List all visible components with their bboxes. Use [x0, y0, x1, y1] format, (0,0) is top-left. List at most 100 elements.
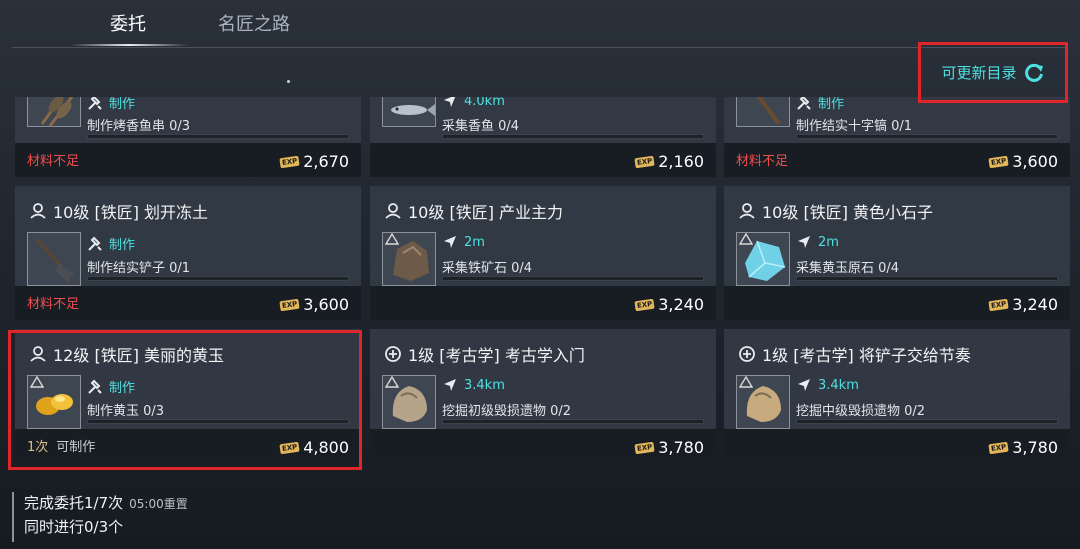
exp-badge: EXP: [279, 298, 300, 311]
exp-badge: EXP: [634, 441, 655, 454]
card-footer: 1次 可制作 EXP 4,800: [15, 429, 361, 463]
card-title: 12级 [铁匠] 美丽的黄玉: [29, 342, 224, 366]
refresh-label: 可更新目录: [941, 64, 1017, 82]
task-progress-bar: [442, 419, 704, 424]
task-description: 制作结实铲子 0/1: [87, 261, 191, 276]
exp-reward: EXP 2,160: [634, 152, 704, 171]
task-description: 采集香鱼 0/4: [442, 119, 520, 134]
material-shortage-label: 材料不足: [736, 154, 789, 169]
task-type: 3.4km: [796, 377, 859, 393]
task-type: 制作: [87, 234, 135, 253]
tab-master-road[interactable]: 名匠之路: [218, 10, 290, 36]
relic-icon: [736, 375, 790, 429]
card-footer: 材料不足 EXP 3,600: [15, 286, 361, 320]
commission-card[interactable]: 1级 [考古学] 考古学入门 3.4km 挖掘初级毁损遗物 0/2 EXP 3,7…: [370, 329, 716, 463]
decorative-dot: [287, 80, 290, 83]
refresh-catalog-button[interactable]: 可更新目录: [918, 42, 1068, 103]
reset-time: 05:00重置: [129, 497, 188, 511]
exp-reward: EXP 3,240: [988, 295, 1058, 314]
exp-badge: EXP: [634, 298, 655, 311]
topaz-ore-icon: [736, 232, 790, 286]
exp-badge: EXP: [634, 155, 655, 168]
header-divider: [12, 47, 1068, 48]
tab-commission[interactable]: 委托: [110, 10, 146, 36]
exp-reward: EXP 3,600: [988, 152, 1058, 171]
exp-reward: EXP 3,240: [634, 295, 704, 314]
card-title: 10级 [铁匠] 划开冻土: [29, 199, 208, 223]
grade-icon: [385, 233, 399, 245]
exp-badge: EXP: [988, 155, 1009, 168]
task-description: 制作结实十字镐 0/1: [796, 119, 913, 134]
card-footer: EXP 2,160: [370, 143, 716, 177]
header: 委托 名匠之路 可更新目录: [0, 0, 1080, 103]
task-progress-bar: [796, 419, 1058, 424]
commission-card[interactable]: 1级 [考古学] 将铲子交给节奏 3.4km 挖掘中级毁损遗物 0/2 EXP 3…: [724, 329, 1070, 463]
topaz-icon: [27, 375, 81, 429]
distance-arrow-icon: [444, 236, 456, 248]
blacksmith-icon: [30, 203, 46, 219]
commission-status: 完成委托1/7次 05:00重置 同时进行0/3个: [12, 492, 188, 542]
refresh-icon: [1024, 63, 1043, 82]
archaeology-icon: [385, 346, 401, 362]
task-type: 2m: [796, 234, 839, 250]
commission-card[interactable]: 12级 [铁匠] 美丽的黄玉 制作 制作黄玉 0/3 1次 可制作 EXP 4,80…: [15, 329, 361, 463]
card-title: 1级 [考古学] 考古学入门: [384, 342, 585, 366]
distance-arrow-icon: [444, 379, 456, 391]
exp-badge: EXP: [279, 155, 300, 168]
iron-ore-icon: [382, 232, 436, 286]
exp-reward: EXP 3,780: [634, 438, 704, 457]
grade-icon: [385, 376, 399, 388]
material-shortage-label: 材料不足: [27, 297, 80, 312]
card-footer: 材料不足 EXP 3,600: [724, 143, 1070, 177]
exp-reward: EXP 3,780: [988, 438, 1058, 457]
task-type: 3.4km: [442, 377, 505, 393]
craft-icon: [88, 379, 102, 394]
distance-arrow-icon: [798, 236, 810, 248]
commission-card[interactable]: 4.0km 采集香鱼 0/4 EXP 2,160: [370, 73, 716, 177]
card-title: 10级 [铁匠] 黄色小石子: [738, 199, 933, 223]
task-progress-bar: [796, 276, 1058, 281]
card-footer: EXP 3,780: [370, 429, 716, 463]
relic-icon: [382, 375, 436, 429]
card-footer: EXP 3,240: [370, 286, 716, 320]
blacksmith-icon: [739, 203, 755, 219]
task-progress-bar: [442, 134, 704, 139]
card-title: 10级 [铁匠] 产业主力: [384, 199, 563, 223]
exp-badge: EXP: [279, 441, 300, 454]
craftable-count-label: 1次 可制作: [27, 440, 96, 455]
grade-icon: [739, 233, 753, 245]
commission-card[interactable]: 制作 制作烤香鱼串 0/3 材料不足 EXP 2,670: [15, 73, 361, 177]
material-shortage-label: 材料不足: [27, 154, 80, 169]
task-description: 挖掘中级毁损遗物 0/2: [796, 404, 926, 419]
task-description: 采集铁矿石 0/4: [442, 261, 533, 276]
task-description: 采集黄玉原石 0/4: [796, 261, 900, 276]
grade-icon: [30, 376, 44, 388]
distance-arrow-icon: [798, 379, 810, 391]
task-type: 制作: [87, 377, 135, 396]
commission-card[interactable]: 制作 制作结实十字镐 0/1 材料不足 EXP 3,600: [724, 73, 1070, 177]
blacksmith-icon: [30, 346, 46, 362]
active-tab-indicator: [70, 44, 188, 46]
commission-card[interactable]: 10级 [铁匠] 黄色小石子 2m 采集黄玉原石 0/4 EXP 3,240: [724, 186, 1070, 320]
card-title: 1级 [考古学] 将铲子交给节奏: [738, 342, 971, 366]
task-description: 制作烤香鱼串 0/3: [87, 119, 191, 134]
task-progress-bar: [87, 134, 349, 139]
exp-reward: EXP 4,800: [279, 438, 349, 457]
completed-count: 完成委托1/7次 05:00重置: [24, 494, 188, 512]
card-footer: 材料不足 EXP 2,670: [15, 143, 361, 177]
commission-card[interactable]: 10级 [铁匠] 划开冻土 制作 制作结实铲子 0/1 材料不足 EXP 3,60…: [15, 186, 361, 320]
grade-icon: [739, 376, 753, 388]
task-description: 制作黄玉 0/3: [87, 404, 165, 419]
exp-reward: EXP 2,670: [279, 152, 349, 171]
shovel-icon: [27, 232, 81, 286]
archaeology-icon: [739, 346, 755, 362]
task-progress-bar: [87, 419, 349, 424]
craft-icon: [88, 236, 102, 251]
blacksmith-icon: [385, 203, 401, 219]
exp-badge: EXP: [988, 441, 1009, 454]
concurrent-count: 同时进行0/3个: [24, 518, 124, 536]
commission-card[interactable]: 10级 [铁匠] 产业主力 2m 采集铁矿石 0/4 EXP 3,240: [370, 186, 716, 320]
exp-badge: EXP: [988, 298, 1009, 311]
exp-reward: EXP 3,600: [279, 295, 349, 314]
task-progress-bar: [87, 276, 349, 281]
